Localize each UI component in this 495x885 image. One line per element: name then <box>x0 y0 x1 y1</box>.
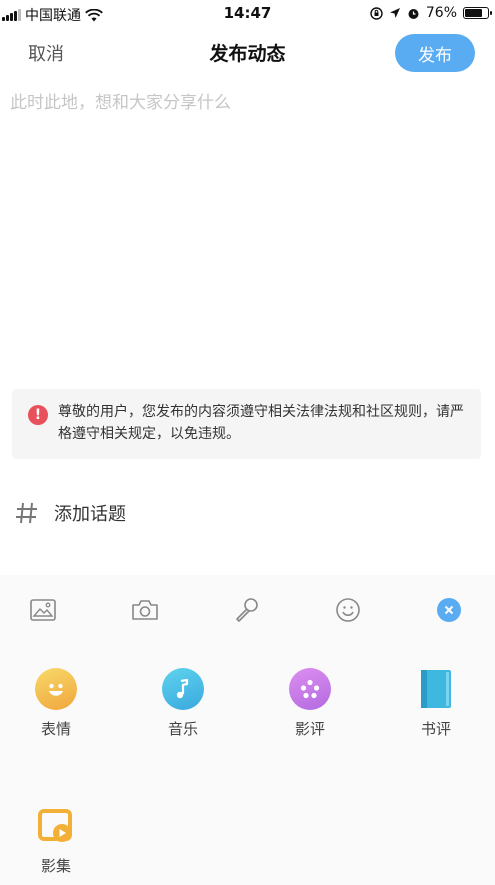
panel-item-video-album[interactable]: 影集 <box>16 805 96 876</box>
battery-fill <box>465 9 482 17</box>
cancel-button[interactable]: 取消 <box>28 40 64 66</box>
emoji-icon <box>336 598 360 622</box>
image-button[interactable] <box>23 590 63 630</box>
film-reel-icon <box>289 668 331 710</box>
emoji-button[interactable] <box>328 590 368 630</box>
panel-item-book-review[interactable]: 书评 <box>396 668 476 739</box>
battery-icon <box>463 7 492 19</box>
publish-button[interactable]: 发布 <box>395 34 475 72</box>
image-icon <box>30 599 56 621</box>
panel-label: 表情 <box>40 720 71 738</box>
emoji-icon <box>35 668 77 710</box>
warning-icon: ! <box>28 405 48 425</box>
add-topic-label: 添加话题 <box>54 504 126 525</box>
status-right: 76% <box>370 5 492 21</box>
book-icon <box>415 668 457 710</box>
panel-label: 书评 <box>420 720 451 738</box>
hash-icon <box>16 502 37 524</box>
camera-icon <box>132 600 158 620</box>
microphone-button[interactable] <box>227 590 267 630</box>
orientation-lock-icon <box>370 6 383 20</box>
notice-text: 尊敬的用户，您发布的内容须遵守相关法律法规和社区规则，请严格遵守相关规定，以免违… <box>58 404 464 442</box>
post-text-input[interactable] <box>10 88 480 378</box>
microphone-icon <box>236 598 258 622</box>
panel-item-emoji[interactable]: 表情 <box>16 668 96 739</box>
close-icon <box>437 598 461 622</box>
panel-item-movie-review[interactable]: 影评 <box>270 668 350 739</box>
alarm-icon <box>408 8 419 19</box>
video-album-icon <box>35 805 77 847</box>
close-panel-button[interactable] <box>429 590 469 630</box>
add-topic-button[interactable]: 添加话题 <box>14 500 126 526</box>
battery-percent: 76% <box>425 5 457 21</box>
panel-item-music[interactable]: 音乐 <box>143 668 223 739</box>
music-icon <box>162 668 204 710</box>
nav-bar: 取消 发布动态 发布 <box>0 28 495 78</box>
status-bar: 中国联通 14:47 76% <box>0 0 495 28</box>
compliance-notice: ! 尊敬的用户，您发布的内容须遵守相关法律法规和社区规则，请严格遵守相关规定，以… <box>12 389 481 459</box>
camera-button[interactable] <box>125 590 165 630</box>
panel-label: 音乐 <box>167 720 198 738</box>
composer-toolbar <box>0 590 495 630</box>
panel-label: 影评 <box>294 720 325 738</box>
location-icon <box>389 8 400 18</box>
panel-label: 影集 <box>40 857 71 875</box>
